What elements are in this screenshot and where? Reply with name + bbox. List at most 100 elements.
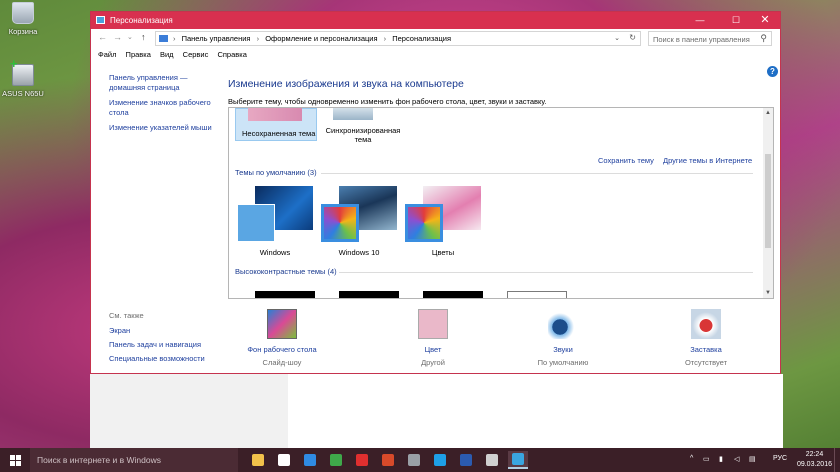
theme-label: Цветы [431, 248, 455, 257]
breadcrumb-separator: › [173, 34, 176, 43]
help-icon[interactable]: ? [767, 66, 778, 77]
scroll-thumb[interactable] [765, 154, 771, 248]
color-link[interactable]: Цвет [383, 345, 483, 355]
sounds-item[interactable]: Звуки По умолчанию [513, 309, 613, 367]
taskbar-app-personalization-icon[interactable] [508, 451, 528, 469]
sounds-icon [548, 309, 578, 339]
see-also-section: См. также Экран Панель задач и навигация… [109, 311, 221, 368]
recycle-bin-icon[interactable]: Корзина [1, 2, 45, 36]
taskbar-app-settings-icon[interactable] [482, 451, 502, 469]
screensaver-link[interactable]: Заставка [656, 345, 756, 355]
wallpaper-icon [267, 309, 297, 339]
menu-tools[interactable]: Сервис [183, 50, 209, 59]
desktop-icons-link[interactable]: Изменение значков рабочего стола [109, 98, 221, 118]
refresh-icon[interactable]: ↻ [629, 33, 636, 42]
tray-overflow-icon[interactable]: ^ [690, 455, 693, 462]
accessibility-link[interactable]: Специальные возможности [109, 354, 221, 364]
taskbar-app-store-icon[interactable] [274, 451, 294, 469]
maximize-button[interactable]: ☐ [724, 12, 748, 29]
edge-icon [304, 454, 316, 466]
show-desktop-button[interactable] [834, 448, 840, 472]
desktop-background-item[interactable]: Фон рабочего стола Слайд-шоу [232, 309, 332, 367]
high-contrast-header: Высококонтрастные темы (4) [235, 267, 337, 276]
title-bar[interactable]: Персонализация — ☐ ✕ [91, 12, 780, 29]
theme-windows[interactable]: Windows [237, 186, 313, 258]
scroll-up-icon[interactable]: ▲ [763, 110, 773, 116]
display-link[interactable]: Экран [109, 326, 221, 336]
more-themes-link[interactable]: Другие темы в Интернете [663, 156, 752, 165]
breadcrumb-separator: › [256, 34, 260, 43]
theme-unsaved[interactable]: Несохраненная тема [235, 108, 317, 141]
menu-edit[interactable]: Правка [126, 50, 151, 59]
theme-flowers[interactable]: Цветы [405, 186, 481, 258]
taskbar-app-yandex-icon[interactable] [352, 451, 372, 469]
breadcrumb-control-panel[interactable]: Панель управления [182, 34, 251, 43]
taskbar-search-input[interactable]: Поиск в интернете и в Windows [30, 448, 238, 472]
menu-file[interactable]: Файл [98, 50, 116, 59]
breadcrumb-personalization[interactable]: Персонализация [392, 34, 451, 43]
network-icon[interactable]: ▭ [703, 455, 710, 463]
background-window [90, 374, 288, 448]
theme-color-swatch [405, 204, 443, 242]
control-panel-home-link[interactable]: Панель управления — домашняя страница [109, 73, 221, 93]
theme-windows-10[interactable]: Windows 10 [321, 186, 397, 258]
control-panel-icon [159, 35, 168, 42]
left-pane: Панель управления — домашняя страница Из… [109, 73, 221, 138]
clock[interactable]: 22:24 09.03.2016 [797, 450, 832, 470]
minimize-button[interactable]: — [688, 12, 712, 29]
theme-list[interactable]: Несохраненная тема Синхронизированная те… [228, 107, 774, 299]
computer-shortcut-icon[interactable]: ASUS N65U [1, 56, 45, 98]
theme-list-scrollbar[interactable]: ▲ ▼ [763, 108, 773, 298]
menu-view[interactable]: Вид [160, 50, 174, 59]
close-button[interactable]: ✕ [750, 12, 780, 29]
sounds-link[interactable]: Звуки [513, 345, 613, 355]
screensaver-icon [691, 309, 721, 339]
default-themes-header: Темы по умолчанию (3) [235, 168, 317, 177]
clock-time: 22:24 [805, 451, 824, 458]
battery-icon[interactable]: ▮ [719, 455, 723, 463]
theme-preview [248, 108, 302, 121]
recent-locations-icon[interactable]: ⌄ [127, 33, 133, 41]
high-contrast-theme-3[interactable] [423, 291, 483, 298]
theme-synced[interactable]: Синхронизированная тема [325, 108, 401, 148]
menu-help[interactable]: Справка [217, 50, 246, 59]
start-button[interactable] [0, 448, 30, 472]
forward-arrow-icon[interactable]: → [113, 32, 122, 42]
scroll-down-icon[interactable]: ▼ [763, 290, 773, 296]
taskbar-app-skype-icon[interactable] [430, 451, 450, 469]
high-contrast-theme-4[interactable] [507, 291, 567, 298]
mouse-pointers-link[interactable]: Изменение указателей мыши [109, 123, 221, 133]
address-dropdown-icon[interactable]: ⌄ [614, 34, 620, 42]
taskbar-app-edge-icon[interactable] [300, 451, 320, 469]
explorer-icon [252, 454, 264, 466]
high-contrast-theme-2[interactable] [339, 291, 399, 298]
taskbar-navigation-link[interactable]: Панель задач и навигация [109, 340, 221, 350]
color-item[interactable]: Цвет Другой [383, 309, 483, 367]
back-arrow-icon[interactable]: ← [98, 32, 107, 42]
background-window-content [288, 374, 783, 448]
screensaver-item[interactable]: Заставка Отсутствует [656, 309, 756, 367]
recycle-bin-label: Корзина [8, 27, 38, 36]
high-contrast-theme-1[interactable] [255, 291, 315, 298]
theme-color-swatch [237, 204, 275, 242]
taskbar-app-antivirus-icon[interactable] [378, 451, 398, 469]
save-theme-link[interactable]: Сохранить тему [598, 156, 654, 165]
message-icon[interactable]: ▤ [749, 455, 756, 463]
yandex-icon [356, 454, 368, 466]
page-title: Изменение изображения и звука на компьют… [228, 78, 464, 90]
chrome-icon [330, 454, 342, 466]
up-arrow-icon[interactable]: ↑ [141, 32, 146, 42]
taskbar-app-chrome-icon[interactable] [326, 451, 346, 469]
menu-bar: Файл Правка Вид Сервис Справка [91, 48, 780, 62]
breadcrumb-appearance[interactable]: Оформление и персонализация [265, 34, 377, 43]
search-input[interactable]: Поиск в панели управления ⚲ [648, 31, 772, 46]
volume-icon[interactable]: ◁ [734, 455, 739, 463]
language-indicator[interactable]: РУС [773, 455, 787, 462]
taskbar-app-explorer-icon[interactable] [248, 451, 268, 469]
taskbar-search-placeholder: Поиск в интернете и в Windows [37, 455, 161, 465]
desktop-background-link[interactable]: Фон рабочего стола [232, 345, 332, 355]
taskbar-app-media-icon[interactable] [404, 451, 424, 469]
taskbar-app-word-icon[interactable] [456, 451, 476, 469]
address-bar[interactable]: › Панель управления › Оформление и персо… [155, 31, 641, 46]
trash-icon [12, 2, 34, 24]
